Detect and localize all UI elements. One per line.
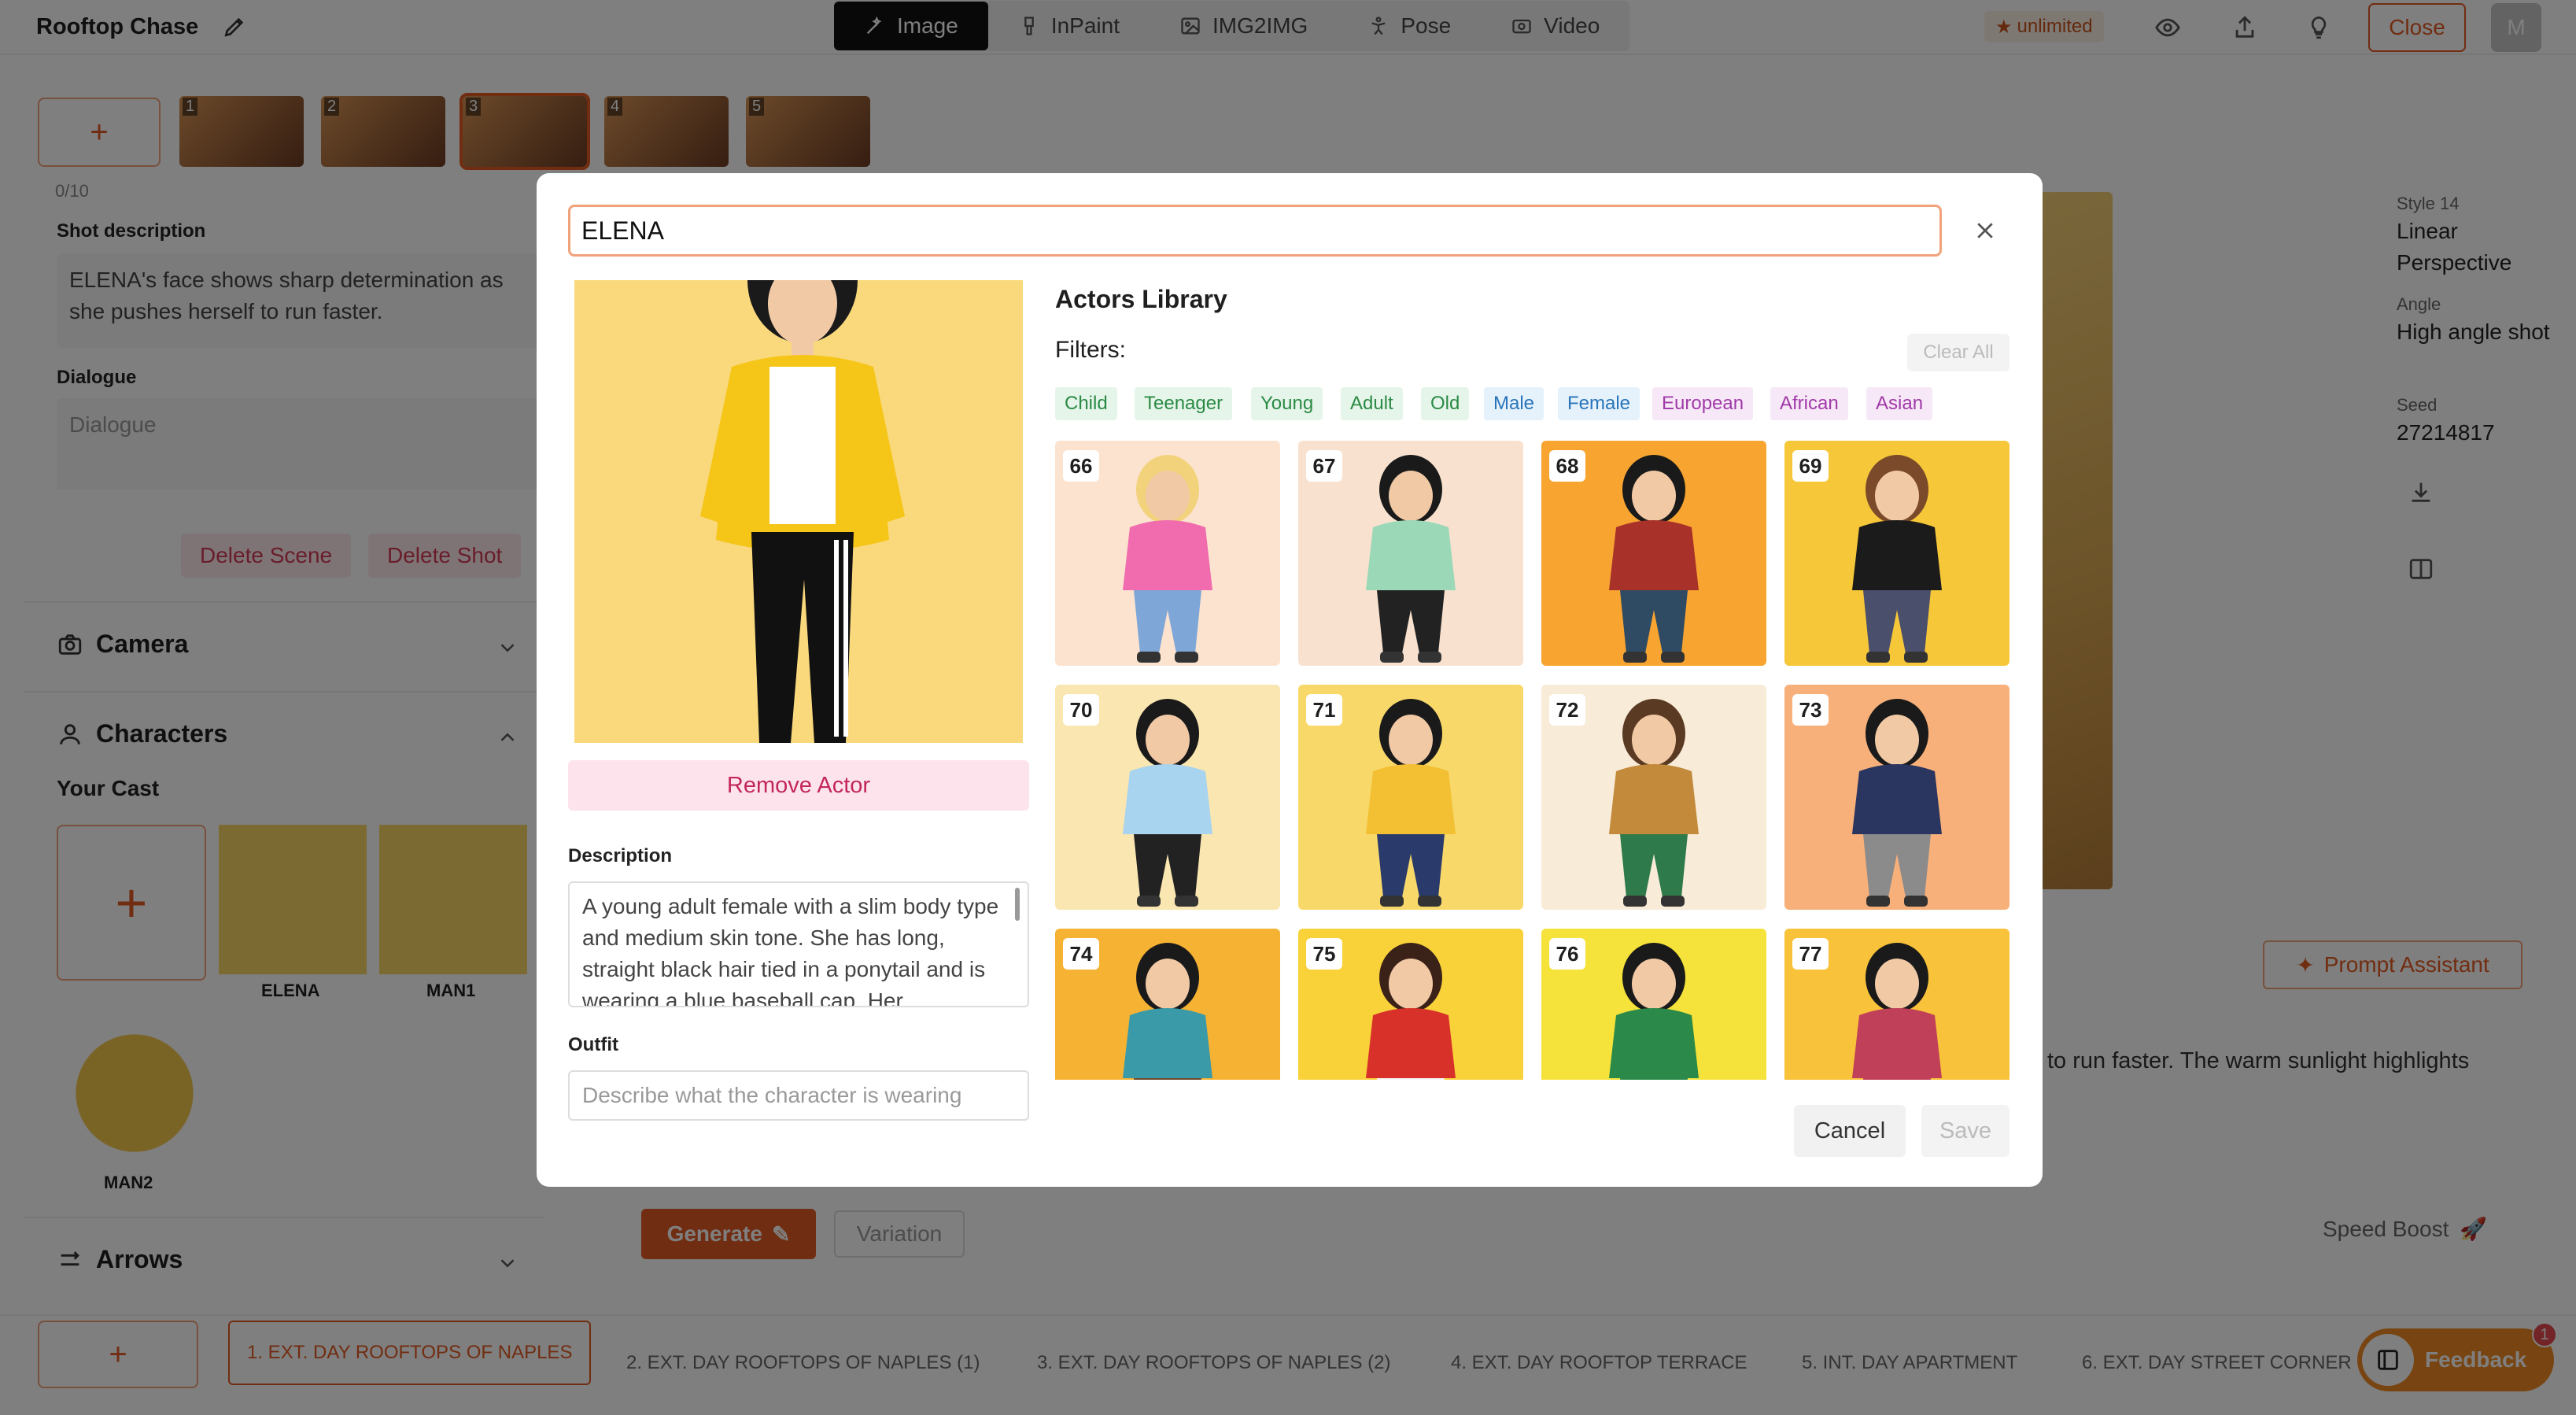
filter-chip-old[interactable]: Old bbox=[1421, 387, 1470, 420]
clear-all-button[interactable]: Clear All bbox=[1907, 334, 2010, 371]
actor-number: 67 bbox=[1306, 450, 1342, 482]
actor-number: 71 bbox=[1306, 694, 1342, 726]
actor-card[interactable]: 71 bbox=[1298, 685, 1523, 910]
remove-actor-button[interactable]: Remove Actor bbox=[568, 760, 1029, 811]
filter-chip-female[interactable]: Female bbox=[1558, 387, 1640, 420]
actor-card[interactable]: 67 bbox=[1298, 441, 1523, 666]
description-label: Description bbox=[568, 845, 673, 866]
actor-illustration bbox=[700, 280, 905, 743]
actor-number: 69 bbox=[1792, 450, 1829, 482]
actor-card[interactable]: 77 bbox=[1784, 929, 2010, 1080]
actor-card[interactable]: 72 bbox=[1541, 685, 1766, 910]
filters-label: Filters: bbox=[1055, 337, 1126, 363]
actor-card[interactable]: 69 bbox=[1784, 441, 2010, 666]
cancel-button[interactable]: Cancel bbox=[1794, 1105, 1906, 1157]
actor-card[interactable]: 75 bbox=[1298, 929, 1523, 1080]
filter-chip-asian[interactable]: Asian bbox=[1866, 387, 1933, 420]
description-scrollbar[interactable] bbox=[1015, 888, 1020, 921]
actor-card[interactable]: 74 bbox=[1055, 929, 1280, 1080]
actor-card[interactable]: 73 bbox=[1784, 685, 2010, 910]
actor-number: 73 bbox=[1792, 694, 1829, 726]
filter-chip-african[interactable]: African bbox=[1770, 387, 1848, 420]
filter-chip-european[interactable]: European bbox=[1652, 387, 1754, 420]
close-icon[interactable] bbox=[1967, 212, 2003, 249]
selected-actor-preview bbox=[574, 280, 1023, 743]
actor-number: 66 bbox=[1063, 450, 1099, 482]
description-field[interactable]: A young adult female with a slim body ty… bbox=[568, 881, 1029, 1007]
actor-card[interactable]: 76 bbox=[1541, 929, 1766, 1080]
filter-chip-male[interactable]: Male bbox=[1484, 387, 1544, 420]
actor-number: 70 bbox=[1063, 694, 1099, 726]
actor-card[interactable]: 66 bbox=[1055, 441, 1280, 666]
actor-card[interactable]: 68 bbox=[1541, 441, 1766, 666]
actor-number: 75 bbox=[1306, 938, 1342, 970]
filter-chip-adult[interactable]: Adult bbox=[1341, 387, 1403, 420]
filter-chip-child[interactable]: Child bbox=[1055, 387, 1117, 420]
actor-number: 72 bbox=[1549, 694, 1585, 726]
actors-library-title: Actors Library bbox=[1055, 285, 1227, 313]
outfit-input[interactable] bbox=[568, 1070, 1029, 1121]
outfit-label: Outfit bbox=[568, 1034, 618, 1055]
actor-number: 74 bbox=[1063, 938, 1099, 970]
filter-chip-teenager[interactable]: Teenager bbox=[1135, 387, 1233, 420]
actor-search-input[interactable] bbox=[568, 205, 1942, 257]
filter-chip-young[interactable]: Young bbox=[1251, 387, 1323, 420]
actor-number: 77 bbox=[1792, 938, 1829, 970]
actor-number: 76 bbox=[1549, 938, 1585, 970]
actors-grid: 66 67 68 69 70 71 72 73 74 75 76 77 bbox=[1055, 441, 2010, 1080]
actor-number: 68 bbox=[1549, 450, 1585, 482]
save-button[interactable]: Save bbox=[1921, 1105, 2010, 1157]
actor-card[interactable]: 70 bbox=[1055, 685, 1280, 910]
